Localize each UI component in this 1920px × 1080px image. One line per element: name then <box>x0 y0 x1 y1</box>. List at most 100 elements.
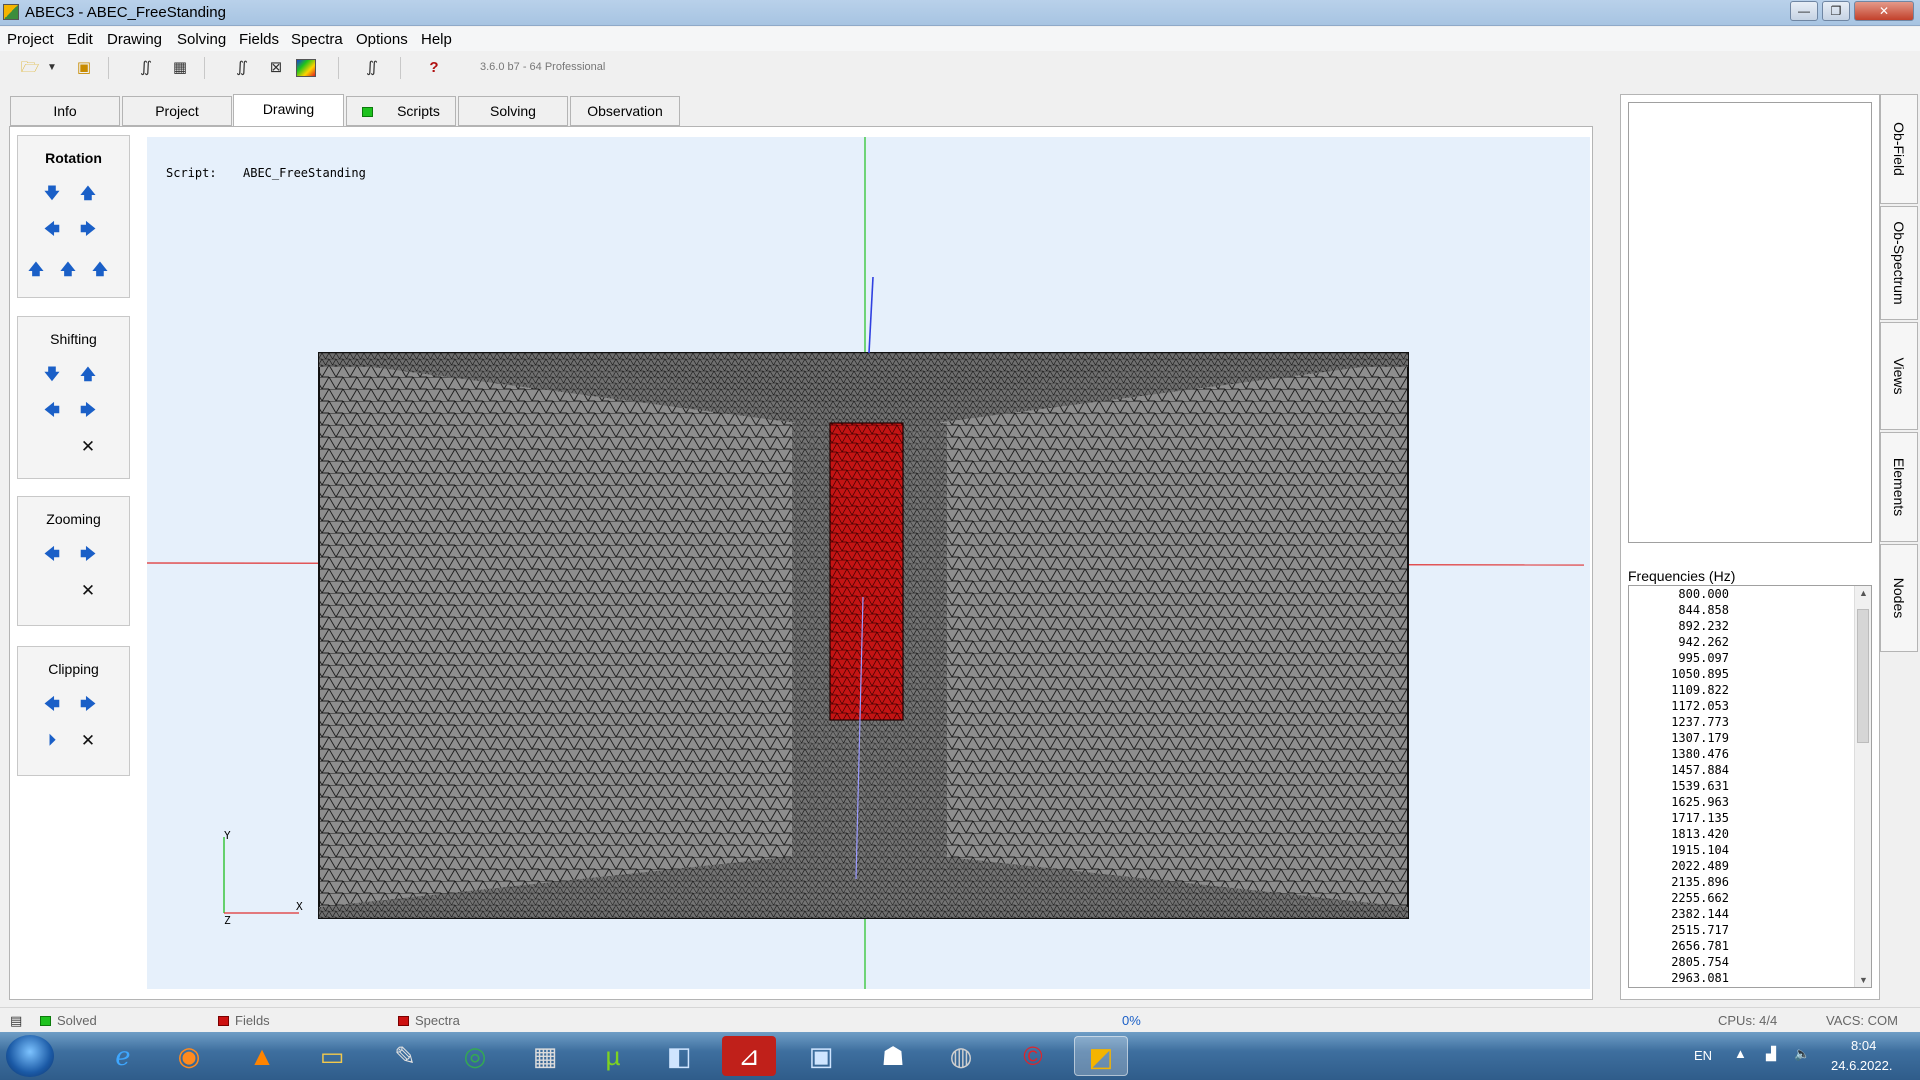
scrollbar-thumb[interactable] <box>1857 609 1869 743</box>
frequency-item[interactable]: 2805.754 <box>1629 954 1729 970</box>
tab-observation[interactable]: Observation <box>570 96 680 126</box>
frequency-item[interactable]: 1109.822 <box>1629 682 1729 698</box>
tab-project[interactable]: Project <box>122 96 232 126</box>
save-icon[interactable]: ▣ <box>72 57 96 79</box>
shift-up-icon[interactable]: 🡅 <box>80 367 96 383</box>
menu-drawing[interactable]: Drawing <box>107 31 162 48</box>
acrobat-icon[interactable]: ⊿ <box>722 1036 776 1076</box>
tab-solving[interactable]: Solving <box>458 96 568 126</box>
rotate-y-icon[interactable]: 🡅 <box>60 262 76 278</box>
frequencies-scrollbar[interactable]: ▲ ▼ <box>1854 586 1871 987</box>
integral-fields-icon[interactable]: ∬ <box>230 57 254 79</box>
start-button[interactable] <box>6 1035 54 1077</box>
notes-icon[interactable]: ◧ <box>652 1036 706 1076</box>
ccleaner-icon[interactable]: © <box>1006 1036 1060 1076</box>
minimize-button[interactable]: — <box>1790 1 1818 21</box>
side-tab-ob-spectrum[interactable]: Ob-Spectrum <box>1880 206 1918 320</box>
3d-viewport[interactable] <box>147 137 1590 989</box>
frequency-item[interactable]: 844.858 <box>1629 602 1729 618</box>
shift-right-icon[interactable]: 🡆 <box>80 403 96 419</box>
scroll-up-icon[interactable]: ▲ <box>1859 588 1868 598</box>
frequencies-list[interactable]: 800.000 844.858 892.232 942.262 995.097 1050.… <box>1628 585 1872 988</box>
frequency-item[interactable]: 1172.053 <box>1629 698 1729 714</box>
rotate-up-icon[interactable]: 🡅 <box>80 186 96 202</box>
frequency-item[interactable]: 800.000 <box>1629 586 1729 602</box>
rotate-x-icon[interactable]: 🡅 <box>92 262 108 278</box>
calculator-icon[interactable]: ▦ <box>518 1036 572 1076</box>
tray-time[interactable]: 8:04 <box>1851 1038 1876 1053</box>
clip-left-icon[interactable]: 🡄 <box>44 697 60 713</box>
frequency-item[interactable]: 2255.662 <box>1629 890 1729 906</box>
side-tab-nodes[interactable]: Nodes <box>1880 544 1918 652</box>
side-tab-views[interactable]: Views <box>1880 322 1918 430</box>
frequency-item[interactable]: 1050.895 <box>1629 666 1729 682</box>
mesh-icon[interactable]: ▦ <box>168 57 192 79</box>
tray-volume-icon[interactable]: 🔈 <box>1794 1046 1810 1062</box>
abec-taskbar-icon[interactable]: ◩ <box>1074 1036 1128 1076</box>
frequency-item[interactable]: 2135.896 <box>1629 874 1729 890</box>
clip-reset-icon[interactable]: ✕ <box>80 732 96 749</box>
dropdown-arrow-icon[interactable]: ▼ <box>46 57 58 79</box>
remote-desktop-icon[interactable]: ▣ <box>794 1036 848 1076</box>
tray-show-hidden-icon[interactable]: ▲ <box>1734 1046 1747 1061</box>
firefox-icon[interactable]: ◉ <box>162 1036 216 1076</box>
menu-spectra[interactable]: Spectra <box>291 31 343 48</box>
frequency-item[interactable]: 1237.773 <box>1629 714 1729 730</box>
menu-options[interactable]: Options <box>356 31 408 48</box>
rotate-left-icon[interactable]: 🡄 <box>44 222 60 238</box>
tray-network-icon[interactable]: ▟ <box>1766 1046 1776 1062</box>
rotate-z-icon[interactable]: 🡅 <box>28 262 44 278</box>
frequency-item[interactable]: 2022.489 <box>1629 858 1729 874</box>
clip-toggle-icon[interactable]: ⏵ <box>44 733 60 749</box>
frequency-item[interactable]: 1457.884 <box>1629 762 1729 778</box>
frequency-item[interactable]: 2382.144 <box>1629 906 1729 922</box>
menu-solving[interactable]: Solving <box>177 31 226 48</box>
frequency-item[interactable]: 1380.476 <box>1629 746 1729 762</box>
frequency-item[interactable]: 995.097 <box>1629 650 1729 666</box>
file-explorer-icon[interactable]: ▭ <box>305 1036 359 1076</box>
tray-date[interactable]: 24.6.2022. <box>1831 1058 1892 1073</box>
zoom-out-icon[interactable]: 🡄 <box>44 547 60 563</box>
tab-scripts[interactable]: Scripts <box>346 96 456 126</box>
zoom-in-icon[interactable]: 🡆 <box>80 547 96 563</box>
clip-right-icon[interactable]: 🡆 <box>80 697 96 713</box>
menu-edit[interactable]: Edit <box>67 31 93 48</box>
open-folder-icon[interactable]: 🗁 <box>18 57 42 79</box>
menu-fields[interactable]: Fields <box>239 31 279 48</box>
frequency-item[interactable]: 2963.081 <box>1629 970 1729 986</box>
rotate-right-icon[interactable]: 🡆 <box>80 222 96 238</box>
zoom-reset-icon[interactable]: ✕ <box>80 582 96 599</box>
mesh-cross-icon[interactable]: ⊠ <box>264 57 288 79</box>
close-button[interactable]: ✕ <box>1854 1 1914 21</box>
foobar-icon[interactable]: ☗ <box>866 1036 920 1076</box>
frequency-item[interactable]: 1915.104 <box>1629 842 1729 858</box>
vlc-icon[interactable]: ▲ <box>235 1036 289 1076</box>
tray-language[interactable]: EN <box>1694 1048 1712 1063</box>
internet-explorer-icon[interactable]: ℯ <box>96 1036 150 1076</box>
rotate-down-icon[interactable]: 🡇 <box>44 186 60 202</box>
shift-down-icon[interactable]: 🡇 <box>44 367 60 383</box>
paint-icon[interactable]: ✎ <box>378 1036 432 1076</box>
speaker-app-icon[interactable]: ◍ <box>934 1036 988 1076</box>
shift-left-icon[interactable]: 🡄 <box>44 403 60 419</box>
tab-info[interactable]: Info <box>10 96 120 126</box>
tab-drawing[interactable]: Drawing <box>233 94 344 127</box>
maximize-button[interactable]: ❐ <box>1822 1 1850 21</box>
help-icon[interactable]: ? <box>422 57 446 79</box>
frequency-item[interactable]: 1717.135 <box>1629 810 1729 826</box>
chrome-icon[interactable]: ◎ <box>448 1036 502 1076</box>
scroll-down-icon[interactable]: ▼ <box>1859 975 1868 985</box>
observation-view[interactable] <box>1628 102 1872 543</box>
side-tab-elements[interactable]: Elements <box>1880 432 1918 542</box>
frequency-item[interactable]: 1625.963 <box>1629 794 1729 810</box>
color-map-icon[interactable] <box>296 59 316 77</box>
menu-project[interactable]: Project <box>7 31 54 48</box>
side-tab-ob-field[interactable]: Ob-Field <box>1880 94 1918 204</box>
frequency-item[interactable]: 942.262 <box>1629 634 1729 650</box>
frequency-item[interactable]: 2656.781 <box>1629 938 1729 954</box>
integral-spectra-icon[interactable]: ∬ <box>360 57 384 79</box>
frequency-item[interactable]: 1307.179 <box>1629 730 1729 746</box>
menu-help[interactable]: Help <box>421 31 452 48</box>
frequency-item[interactable]: 1539.631 <box>1629 778 1729 794</box>
frequency-item[interactable]: 2515.717 <box>1629 922 1729 938</box>
